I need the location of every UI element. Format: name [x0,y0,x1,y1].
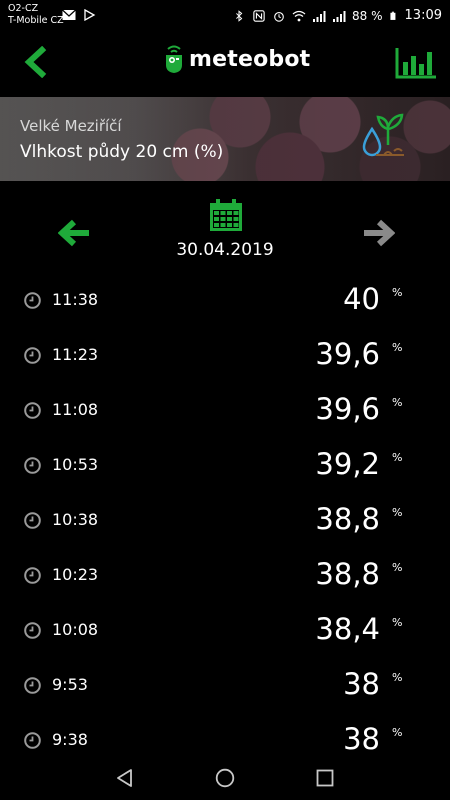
reading-unit: % [392,286,403,299]
reading-time: 11:23 [52,345,99,364]
reading-unit: % [392,341,403,354]
list-item: 10:23 38,8 % [0,547,450,602]
list-item: 11:23 39,6 % [0,327,450,382]
system-navigation-bar [0,756,450,800]
status-time: 13:09 [404,8,442,23]
reading-value: 40 [343,282,380,316]
clock-icon [24,677,41,694]
sensor-name: Vlhkost půdy 20 cm (%) [20,142,224,162]
reading-unit: % [392,506,403,519]
nav-recent-apps-icon[interactable] [315,768,335,788]
clock-icon [24,457,41,474]
reading-time: 11:08 [52,400,99,419]
reading-time: 9:38 [52,730,88,749]
status-bar: O2-CZ T-Mobile CZ 88 % 13:09 [0,0,450,32]
selected-date: 30.04.2019 [176,240,274,260]
notification-icons [62,9,96,21]
nav-home-icon[interactable] [215,768,235,788]
status-indicators: 88 % 13:09 [232,8,442,23]
battery-level: 88 % [352,8,383,23]
reading-value: 38,8 [315,557,380,591]
reading-unit: % [392,396,403,409]
list-item: 11:38 40 % [0,272,450,327]
clock-icon [24,347,41,364]
alarm-icon [274,11,284,22]
list-item: 9:53 38 % [0,657,450,712]
list-item: 11:08 39,6 % [0,382,450,437]
reading-value: 38,4 [315,612,380,646]
reading-value: 39,2 [315,447,380,481]
signal-2-icon [333,10,346,22]
reading-value: 39,6 [315,337,380,371]
bar-chart-icon [395,48,436,79]
meteobot-robot-icon [166,45,182,73]
logo-text: meteobot [189,46,311,72]
calendar-icon [210,199,242,231]
clock-icon [24,402,41,419]
reading-time: 10:23 [52,565,99,584]
reading-time: 9:53 [52,675,88,694]
reading-value: 38 [343,667,380,701]
arrow-right-icon [364,219,396,247]
reading-time: 10:08 [52,620,99,639]
clock-icon [24,622,41,639]
reading-value: 38,8 [315,502,380,536]
carrier-info: O2-CZ T-Mobile CZ [8,3,64,27]
carrier-line-2: T-Mobile CZ [8,15,64,26]
clock-icon [24,732,41,749]
reading-time: 10:38 [52,510,99,529]
mail-icon [62,9,76,20]
reading-unit: % [392,726,403,739]
reading-unit: % [392,671,403,684]
clock-icon [24,292,41,309]
next-day-button[interactable] [361,219,396,247]
reading-time: 11:38 [52,290,99,309]
reading-value: 39,6 [315,392,380,426]
nav-back-icon[interactable] [115,768,135,788]
calendar-button[interactable] [208,198,244,232]
readings-list: 11:38 40 % 11:23 39,6 % 11:08 39,6 % 10:… [0,272,450,767]
reading-unit: % [392,616,403,629]
bluetooth-icon [236,9,243,22]
clock-icon [24,567,41,584]
chevron-left-icon [24,45,47,79]
reading-unit: % [392,451,403,464]
play-store-icon [84,9,96,21]
reading-unit: % [392,561,403,574]
nfc-icon [253,9,265,22]
statistics-button[interactable] [394,46,438,80]
list-item: 10:53 39,2 % [0,437,450,492]
reading-value: 38 [343,722,380,756]
carrier-line-1: O2-CZ [8,3,39,14]
previous-day-button[interactable] [57,219,92,247]
app-header: meteobot [0,34,450,96]
clock-icon [24,512,41,529]
arrow-left-icon [57,219,89,247]
wifi-icon [292,10,306,21]
list-item: 10:08 38,4 % [0,602,450,657]
soil-moisture-icon [358,111,410,161]
signal-1-icon [313,10,326,22]
battery-icon [389,11,395,20]
reading-time: 10:53 [52,455,99,474]
back-button[interactable] [20,45,50,79]
meteobot-logo: meteobot [163,44,310,74]
list-item: 10:38 38,8 % [0,492,450,547]
station-location: Velké Meziříčí [20,117,122,135]
